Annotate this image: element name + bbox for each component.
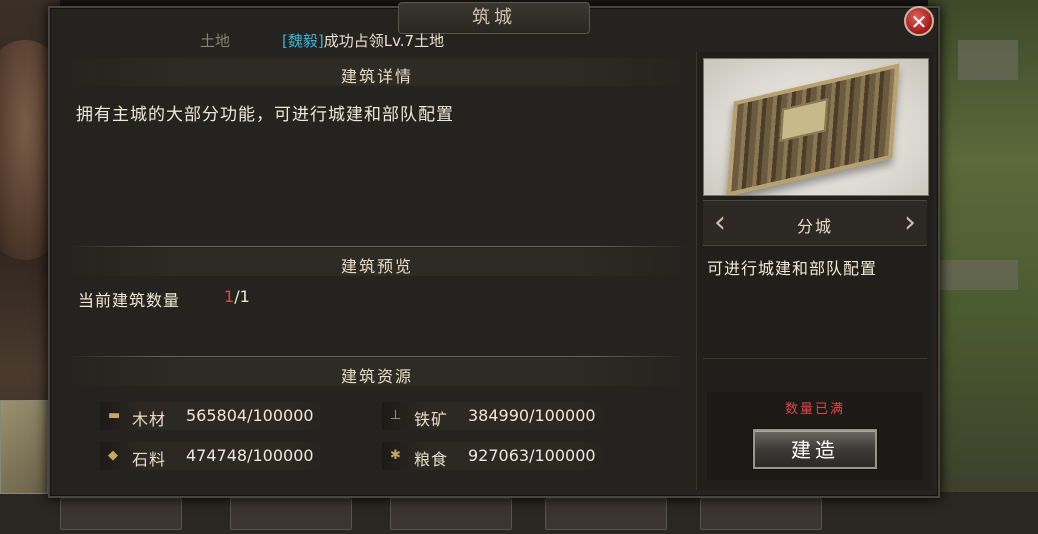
building-description: 拥有主城的大部分功能，可进行城建和部队配置 xyxy=(76,105,454,125)
resource-value: 384990/100000 xyxy=(468,406,596,425)
resource-grain: ✱ 粮食 927063/100000 xyxy=(382,442,604,470)
resources-section-title: 建筑资源 xyxy=(340,367,413,386)
grain-icon: ✱ xyxy=(390,448,401,463)
resource-wood: ▬ 木材 565804/100000 xyxy=(100,402,322,430)
background-tab xyxy=(390,498,512,530)
building-count-current: 1 xyxy=(224,287,235,306)
building-count-value: 1/1 xyxy=(224,287,250,306)
panel-divider xyxy=(703,358,927,359)
background-tab xyxy=(700,498,822,530)
resource-name: 粮食 xyxy=(414,450,449,469)
occupy-message: [魏毅]成功占领Lv.7土地 xyxy=(282,30,444,51)
building-type-description: 可进行城建和部队配置 xyxy=(707,259,878,278)
detail-section-title: 建筑详情 xyxy=(340,67,413,86)
background-tab xyxy=(230,498,352,530)
section-divider xyxy=(66,356,688,357)
building-preview-image xyxy=(703,58,929,196)
occupy-text: 成功占领Lv.7土地 xyxy=(323,32,445,50)
preview-section-title: 建筑预览 xyxy=(340,257,413,276)
building-count-total: /1 xyxy=(234,287,250,306)
land-label: 土地 xyxy=(200,32,231,50)
background-bottom-bar xyxy=(0,492,1038,534)
land-notice: 土地 [魏毅]成功占领Lv.7土地 xyxy=(200,30,444,51)
resource-value: 474748/100000 xyxy=(186,446,314,465)
resource-name: 石料 xyxy=(132,450,167,469)
alliance-tag: [魏毅] xyxy=(282,32,324,50)
stone-icon: ◆ xyxy=(108,448,118,463)
status-message: 数量已满 xyxy=(784,402,845,417)
resource-iron: ⊥ 铁矿 384990/100000 xyxy=(382,402,604,430)
building-selector-panel: ‹ 分城 › 可进行城建和部队配置 数量已满 建造 xyxy=(696,52,933,490)
building-type-name: 分城 xyxy=(796,217,833,236)
section-divider xyxy=(66,246,688,247)
map-building xyxy=(958,40,1018,80)
background-thumbnail xyxy=(0,400,48,494)
close-button[interactable]: ✕ xyxy=(904,6,934,36)
next-type-arrow-icon[interactable]: › xyxy=(899,207,921,239)
building-type-selector: ‹ 分城 › xyxy=(703,200,927,246)
build-action-box: 数量已满 建造 xyxy=(707,392,923,480)
background-map xyxy=(928,0,1038,534)
background-tab xyxy=(60,498,182,530)
wood-icon: ▬ xyxy=(108,408,121,423)
resource-value: 565804/100000 xyxy=(186,406,314,425)
iron-icon: ⊥ xyxy=(390,408,402,423)
building-info-area: 建筑详情 拥有主城的大部分功能，可进行城建和部队配置 建筑预览 当前建筑数量 1… xyxy=(66,58,688,488)
building-count-label: 当前建筑数量 xyxy=(78,291,181,310)
background-tab xyxy=(545,498,667,530)
resource-stone: ◆ 石料 474748/100000 xyxy=(100,442,322,470)
resource-name: 木材 xyxy=(132,410,167,429)
build-button[interactable]: 建造 xyxy=(753,429,877,469)
resource-value: 927063/100000 xyxy=(468,446,596,465)
resource-name: 铁矿 xyxy=(414,410,449,429)
map-building xyxy=(938,260,1018,290)
